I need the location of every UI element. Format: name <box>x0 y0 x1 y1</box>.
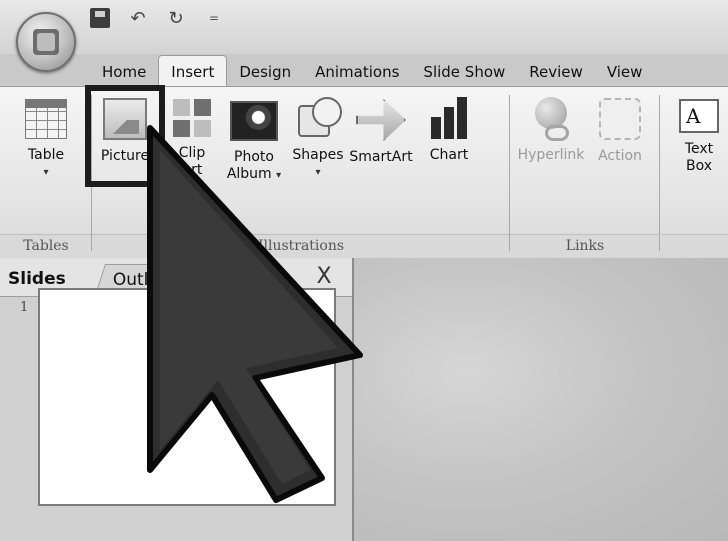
action-icon <box>599 98 641 140</box>
table-dropdown-arrow: ▾ <box>43 167 49 178</box>
shapes-icon <box>296 95 342 139</box>
tab-slide-show[interactable]: Slide Show <box>411 57 517 87</box>
slide-canvas[interactable] <box>354 258 728 541</box>
text-box-label-line1: Text <box>684 141 714 157</box>
tab-insert[interactable]: Insert <box>158 55 228 87</box>
office-logo-icon <box>33 29 59 55</box>
chart-icon <box>427 95 471 139</box>
save-icon[interactable] <box>88 6 112 30</box>
chart-label: Chart <box>429 147 469 163</box>
picture-highlight-box <box>85 85 165 187</box>
tab-design[interactable]: Design <box>227 57 303 87</box>
photo-album-icon <box>230 101 278 141</box>
text-box-button[interactable]: A Text Box <box>674 95 724 175</box>
title-bar: ↶ ↻ = <box>0 0 728 54</box>
slide-number: 1 <box>20 300 29 315</box>
tables-group-label: Tables <box>0 234 92 257</box>
ribbon-tabs: Home Insert Design Animations Slide Show… <box>90 54 654 87</box>
photo-album-button[interactable]: Photo Album ▾ <box>226 95 282 184</box>
text-box-icon: A <box>679 99 719 133</box>
action-button[interactable]: Action <box>592 95 648 165</box>
tab-home[interactable]: Home <box>90 57 158 87</box>
clip-art-button[interactable]: Clip Art <box>170 95 214 179</box>
clip-art-icon <box>173 99 211 137</box>
hyperlink-icon <box>529 95 573 141</box>
tables-group: Table ▾ Tables <box>0 87 92 259</box>
links-group-label: Links <box>510 234 660 257</box>
redo-icon[interactable]: ↻ <box>164 6 188 30</box>
chart-button[interactable]: Chart <box>422 95 476 164</box>
hyperlink-button[interactable]: Hyperlink <box>516 95 586 164</box>
tab-animations[interactable]: Animations <box>303 57 411 87</box>
text-group: A Text Box <box>662 87 728 259</box>
tab-view[interactable]: View <box>595 57 655 87</box>
links-group: Hyperlink Action Links <box>510 87 660 259</box>
undo-icon[interactable]: ↶ <box>126 6 150 30</box>
action-label: Action <box>598 148 642 164</box>
photo-album-label-line2: Album ▾ <box>226 166 282 182</box>
office-button[interactable] <box>16 12 76 72</box>
photo-album-label-line1: Photo <box>234 149 274 165</box>
table-icon <box>25 99 67 139</box>
slides-pane: Slides Outl X 1 <box>0 258 354 541</box>
hyperlink-label: Hyperlink <box>517 147 585 163</box>
shapes-button[interactable]: Shapes ▾ <box>288 95 348 181</box>
table-button[interactable]: Table ▾ <box>20 95 72 181</box>
illustrations-group-label: Illustrations <box>92 234 510 257</box>
slide-thumbnail[interactable] <box>38 288 336 506</box>
clip-art-label-line1: Clip <box>178 145 206 161</box>
shapes-label: Shapes <box>292 147 344 163</box>
text-group-label <box>662 234 728 257</box>
smartart-icon <box>356 99 406 141</box>
quick-access-toolbar: ↶ ↻ = <box>88 0 226 36</box>
table-label: Table <box>27 147 65 163</box>
close-pane-icon[interactable]: X <box>310 262 338 290</box>
powerpoint-window: ↶ ↻ = Home Insert Design Animations Slid… <box>0 0 728 541</box>
shapes-dropdown-arrow: ▾ <box>315 167 321 178</box>
customize-arrow-icon[interactable]: = <box>202 6 226 30</box>
smartart-button[interactable]: SmartArt <box>346 95 416 166</box>
tab-review[interactable]: Review <box>517 57 595 87</box>
text-box-label-line2: Box <box>685 158 713 174</box>
clip-art-label-line2: Art <box>181 162 203 178</box>
smartart-label: SmartArt <box>349 149 413 165</box>
